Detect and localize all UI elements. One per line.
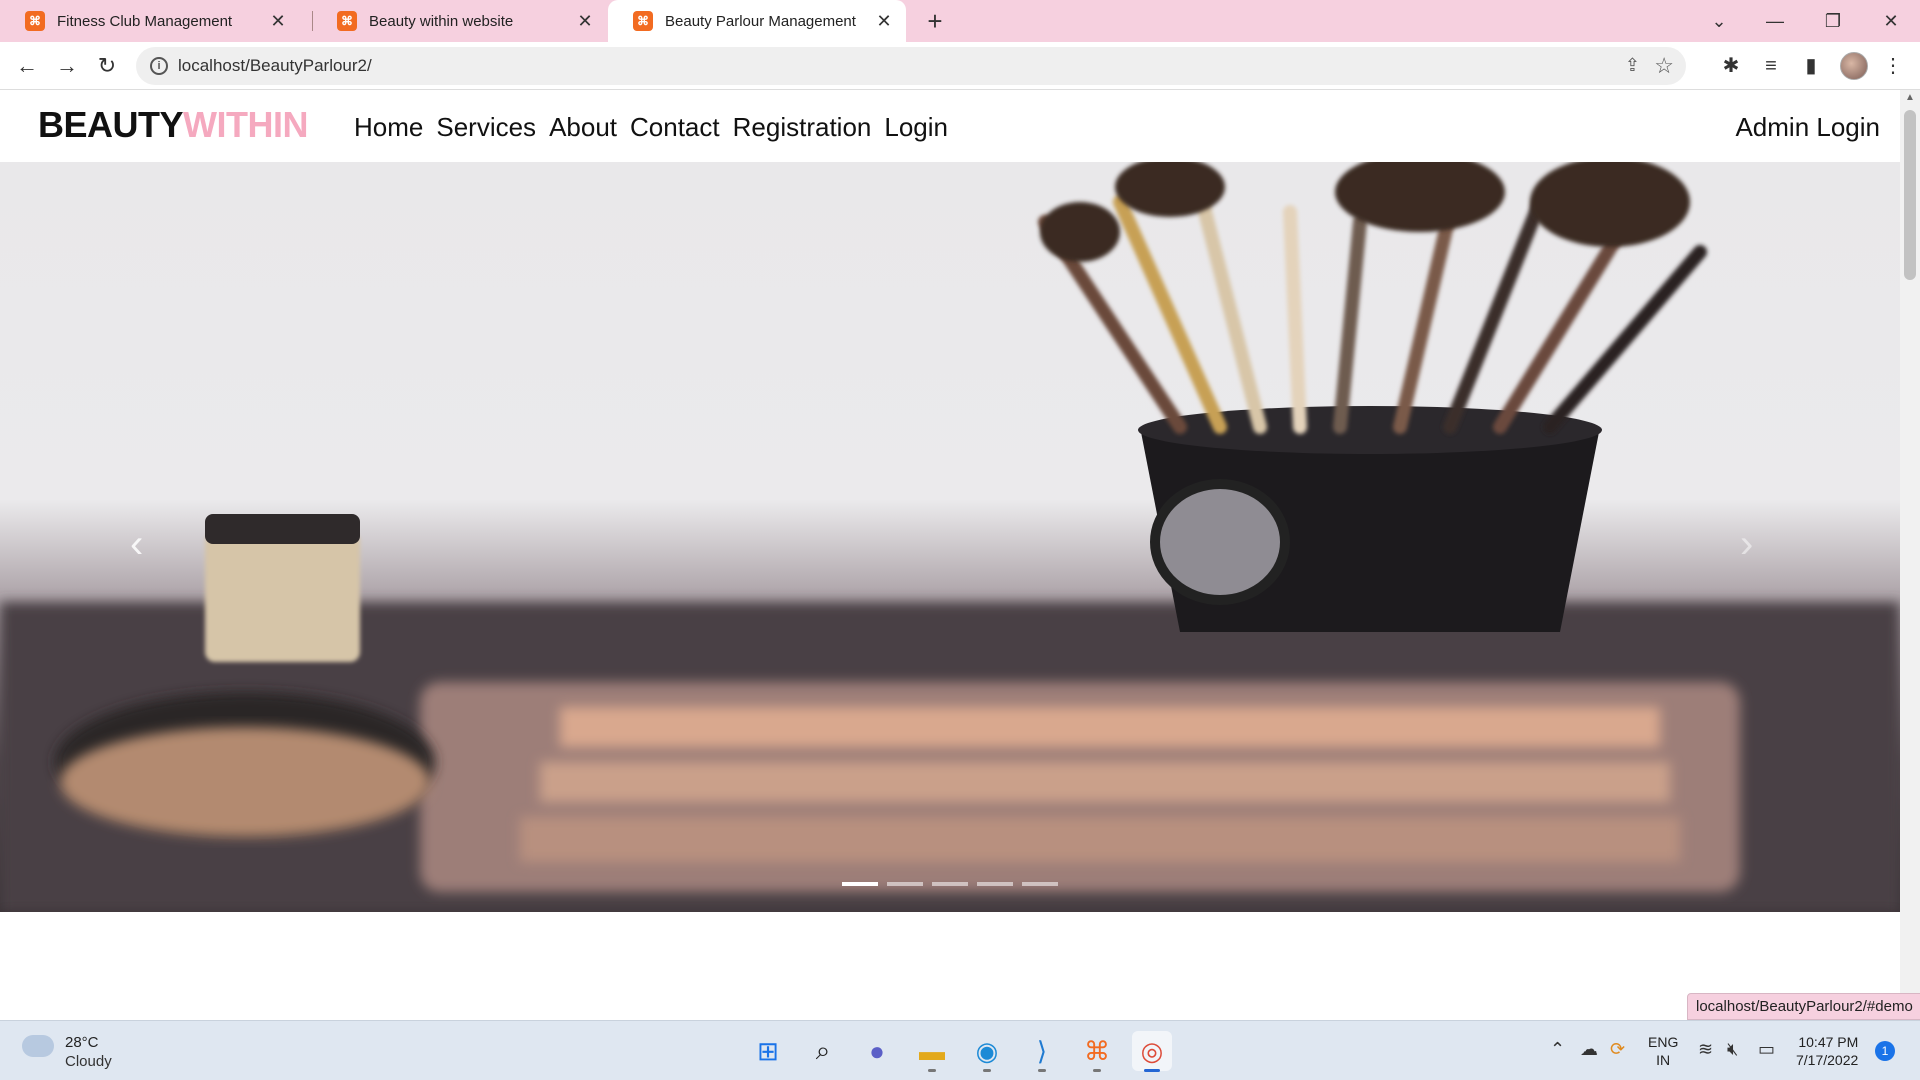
close-icon[interactable]: ✕	[575, 11, 595, 31]
xampp-icon: ⌘	[633, 11, 653, 31]
battery-icon[interactable]: ▭	[1758, 1039, 1775, 1060]
profile-avatar[interactable]	[1840, 52, 1868, 80]
chat-icon[interactable]: ●	[857, 1031, 897, 1071]
clock-time: 10:47 PM	[1798, 1034, 1859, 1050]
tab-title: Fitness Club Management	[57, 12, 233, 30]
wifi-icon[interactable]: ≋	[1698, 1039, 1713, 1060]
scroll-thumb[interactable]	[1904, 110, 1916, 280]
hero-carousel: ‹ ›	[0, 162, 1900, 912]
nav-contact[interactable]: Contact	[630, 112, 720, 143]
running-indicator	[1093, 1069, 1101, 1072]
window-close-icon[interactable]: ✕	[1868, 0, 1914, 42]
side-panel-icon[interactable]: ▮	[1799, 54, 1823, 78]
brand-text-part2: WITHIN	[183, 104, 308, 145]
share-icon[interactable]: ⇪	[1625, 55, 1640, 76]
nav-login[interactable]: Login	[884, 112, 948, 143]
tab-title: Beauty Parlour Management	[665, 12, 856, 30]
site-navbar: BEAUTYWITHIN Home Services About Contact…	[0, 90, 1900, 162]
xampp-icon[interactable]: ⌘	[1077, 1031, 1117, 1072]
media-control-icon[interactable]: ≡	[1759, 54, 1783, 78]
back-icon[interactable]: ←	[12, 51, 42, 81]
running-indicator	[1038, 1069, 1046, 1072]
edge-icon[interactable]: ◉	[967, 1031, 1007, 1072]
language-indicator[interactable]: ENG IN	[1648, 1033, 1678, 1069]
file-explorer-icon[interactable]: ▬	[912, 1031, 952, 1072]
sync-icon[interactable]: ⟳	[1610, 1039, 1625, 1060]
system-clock[interactable]: 10:47 PM 7/17/2022	[1796, 1033, 1858, 1069]
onedrive-icon[interactable]: ☁	[1580, 1039, 1598, 1060]
tab-beauty-parlour[interactable]: ⌘ Beauty Parlour Management ✕	[608, 0, 906, 42]
close-icon[interactable]: ✕	[874, 11, 894, 31]
running-indicator	[983, 1069, 991, 1072]
nav-about[interactable]: About	[549, 112, 617, 143]
brand-text-part1: BEAUTY	[38, 104, 184, 145]
carousel-indicator[interactable]	[1022, 882, 1058, 886]
brand-logo[interactable]: BEAUTYWITHIN	[38, 104, 308, 146]
nav-registration[interactable]: Registration	[733, 112, 872, 143]
notification-badge[interactable]: 1	[1875, 1041, 1895, 1061]
start-icon[interactable]: ⊞	[748, 1031, 788, 1071]
browser-tab-strip: ⌘ Fitness Club Management ✕ ⌘ Beauty wit…	[0, 0, 1920, 42]
xampp-icon: ⌘	[337, 11, 357, 31]
status-bar-url: localhost/BeautyParlour2/#demo	[1687, 993, 1920, 1020]
page-viewport: BEAUTYWITHIN Home Services About Contact…	[0, 90, 1900, 1020]
new-tab-button[interactable]: +	[921, 7, 949, 35]
weather-temperature[interactable]: 28°C	[65, 1034, 99, 1051]
show-hidden-icons-icon[interactable]: ⌃	[1550, 1039, 1565, 1060]
admin-login-link[interactable]: Admin Login	[1735, 112, 1880, 143]
scroll-up-icon[interactable]: ▲	[1905, 92, 1915, 103]
forward-icon[interactable]: →	[52, 51, 82, 81]
carousel-indicator[interactable]	[932, 882, 968, 886]
restore-icon[interactable]: ❐	[1810, 0, 1856, 42]
tab-beauty-within[interactable]: ⌘ Beauty within website ✕	[312, 0, 607, 42]
carousel-indicator[interactable]	[977, 882, 1013, 886]
xampp-icon: ⌘	[25, 11, 45, 31]
weather-condition[interactable]: Cloudy	[65, 1053, 112, 1070]
reload-icon[interactable]: ↻	[92, 51, 122, 81]
taskbar: 28°C Cloudy ⊞ ⌕ ● ▬ ◉ ⟩ ⌘ ◎ ⌃ ☁ ⟳ ENG IN…	[0, 1020, 1920, 1080]
region-code: IN	[1656, 1052, 1671, 1068]
tab-search-icon[interactable]: ⌄	[1696, 0, 1742, 42]
page-scrollbar[interactable]: ▲ ▼	[1900, 90, 1920, 1020]
tab-title: Beauty within website	[369, 12, 514, 30]
nav-services[interactable]: Services	[436, 112, 536, 143]
nav-home[interactable]: Home	[354, 112, 423, 143]
extensions-icon[interactable]: ✱	[1719, 54, 1743, 78]
carousel-prev-icon[interactable]: ‹	[130, 522, 143, 567]
tab-fitness-club[interactable]: ⌘ Fitness Club Management ✕	[0, 0, 300, 42]
vscode-icon[interactable]: ⟩	[1022, 1031, 1062, 1072]
address-url[interactable]: localhost/BeautyParlour2/	[178, 56, 372, 76]
cloud-icon[interactable]	[22, 1035, 54, 1057]
carousel-indicator[interactable]	[887, 882, 923, 886]
more-menu-icon[interactable]: ⋮	[1881, 54, 1905, 78]
volume-muted-icon[interactable]: 🔇︎	[1727, 1039, 1738, 1060]
carousel-indicators	[842, 882, 1058, 886]
address-bar[interactable]: i localhost/BeautyParlour2/ ⇪ ☆	[136, 47, 1686, 85]
carousel-indicator[interactable]	[842, 882, 878, 886]
close-icon[interactable]: ✕	[268, 11, 288, 31]
main-nav: Home Services About Contact Registration…	[354, 112, 948, 143]
minimize-icon[interactable]: —	[1752, 0, 1798, 42]
search-icon[interactable]: ⌕	[803, 1031, 843, 1071]
site-info-icon[interactable]: i	[150, 57, 168, 75]
bookmark-star-icon[interactable]: ☆	[1654, 53, 1674, 79]
carousel-next-icon[interactable]: ›	[1740, 522, 1753, 567]
chrome-icon[interactable]: ◎	[1132, 1031, 1172, 1072]
makeup-brushes-photo	[0, 162, 1900, 912]
clock-date: 7/17/2022	[1796, 1052, 1859, 1068]
language-code: ENG	[1648, 1034, 1679, 1050]
running-indicator	[928, 1069, 936, 1072]
browser-toolbar: ← → ↻ i localhost/BeautyParlour2/ ⇪ ☆ ✱ …	[0, 42, 1920, 90]
running-indicator	[1144, 1069, 1160, 1072]
